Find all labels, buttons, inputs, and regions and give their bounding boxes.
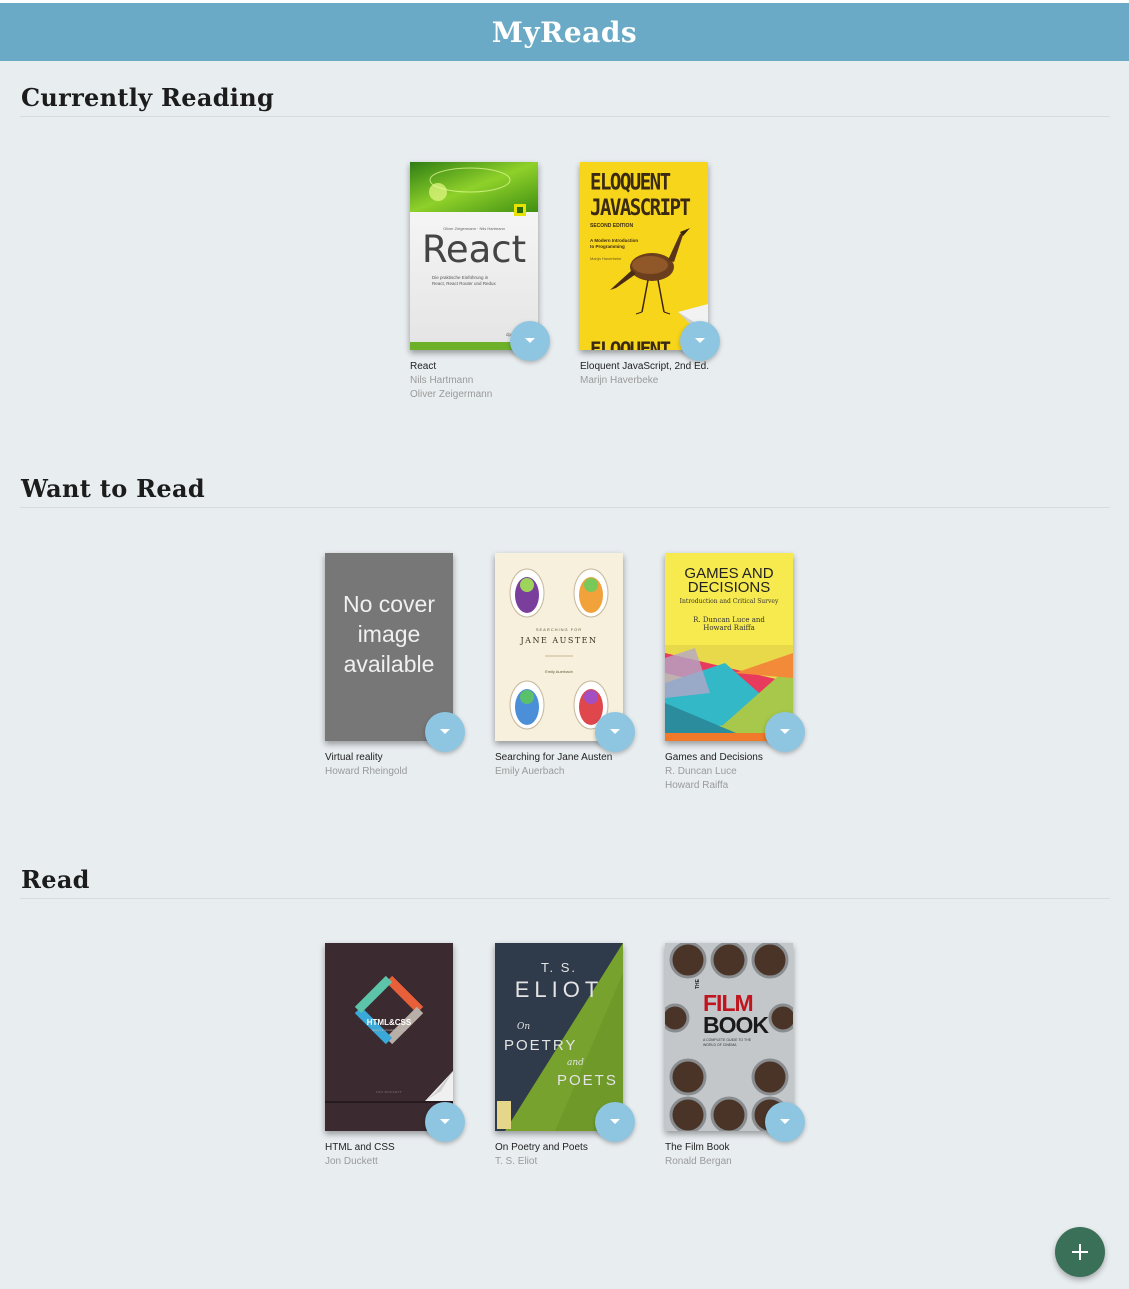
cover-placeholder-line: image [357, 621, 421, 647]
book-cover[interactable]: No cover image available [325, 553, 453, 741]
book-cover[interactable]: GAMES AND DECISIONS Introduction and Cri… [665, 553, 793, 741]
cover-subtitle-line: WORLD OF CINEMA [703, 1042, 737, 1047]
book-author: Howard Raiffa [665, 780, 729, 791]
triangle-down-icon [695, 338, 705, 343]
triangle-down-icon [610, 1119, 620, 1124]
shelf-title: Currently Reading [21, 83, 275, 112]
book-author: T. S. Eliot [495, 1156, 538, 1167]
cover-title-big: React [421, 228, 527, 271]
book-title: Searching for Jane Austen [495, 752, 613, 763]
cover-portraits [509, 568, 609, 730]
book-title: HTML and CSS [325, 1142, 395, 1153]
shelf-divider [20, 116, 1110, 117]
cover-book: BOOK [703, 1012, 769, 1038]
triangle-down-icon [440, 1119, 450, 1124]
cover-small-text: SEARCHING FOR [535, 627, 583, 632]
shelf-changer-button[interactable] [510, 321, 550, 361]
cover-and: and [567, 1058, 584, 1068]
shelf-changer-button[interactable] [425, 1102, 465, 1142]
cover-author: JON DUCKETT [375, 1090, 403, 1094]
book-author: Nils Hartmann [410, 375, 474, 386]
cover-placeholder-text: No cover image available [325, 589, 453, 679]
add-book-button[interactable] [1055, 1227, 1105, 1277]
cover-subtitle: design and build websites [371, 1028, 407, 1032]
book-cover[interactable]: SEARCHING FOR JANE AUSTEN Emily Auerbach [495, 553, 623, 741]
triangle-down-icon [440, 729, 450, 734]
triangle-down-icon [525, 338, 535, 343]
cover-ts: T. S. [540, 960, 577, 975]
cover-name: JANE AUSTEN [520, 636, 598, 645]
cover-poets: POETS [557, 1072, 618, 1089]
book-cover[interactable]: Oliver Zeigermann · Nils Hartmann React … [410, 162, 538, 350]
cover-subtitle: Introduction and Critical Survey [679, 598, 779, 605]
cover-author-line: Howard Raiffa [703, 624, 755, 632]
shelf-title: Want to Read [21, 474, 205, 503]
cover-bottom-text: ELOQUENT [590, 338, 671, 350]
cover-subtitle-line: React, React Router und Redux [432, 281, 496, 286]
book-author: Jon Duckett [325, 1156, 378, 1167]
book-title: React [410, 361, 437, 372]
shelf-changer-button[interactable] [595, 712, 635, 752]
cover-logo-text: HTML&CSS [366, 1018, 412, 1027]
app-title: MyReads [491, 15, 638, 49]
cover-diamond-logo [325, 975, 453, 1103]
triangle-down-icon [610, 729, 620, 734]
cover-heading-line: DECISIONS [687, 579, 771, 596]
cover-placeholder-line: No cover [342, 591, 436, 617]
book-title: Games and Decisions [665, 752, 763, 763]
book-cover[interactable]: HTML&CSS design and build websites JON D… [325, 943, 453, 1131]
book-title: The Film Book [665, 1142, 730, 1153]
cover-on: On [517, 1022, 531, 1032]
cover-subtitle: Die praktische Einführung in React, Reac… [432, 275, 496, 287]
book-title: On Poetry and Poets [495, 1142, 588, 1153]
shelf-changer-button[interactable] [425, 712, 465, 752]
book-title: Virtual reality [325, 752, 383, 763]
triangle-down-icon [780, 729, 790, 734]
book-author: Marijn Haverbeke [580, 375, 659, 386]
cover-authors: R. Duncan Luce and Howard Raiffa [665, 616, 793, 632]
cover-poetry: POETRY [504, 1037, 578, 1054]
plus-icon [1072, 1244, 1088, 1260]
cover-author-line: R. Duncan Luce and [693, 616, 765, 624]
book-author: Howard Rheingold [325, 766, 408, 777]
book-author: Ronald Bergan [665, 1156, 732, 1167]
book-cover[interactable]: T. S. ELIOT On POETRY and POETS [495, 943, 623, 1131]
cover-heading: GAMES AND DECISIONS [665, 566, 793, 596]
shelf-changer-button[interactable] [765, 1102, 805, 1142]
cover-author: Emily Auerbach [545, 669, 573, 674]
book-cover[interactable]: THE FILM BOOK A COMPLETE GUIDE TO THE WO… [665, 943, 793, 1131]
book-author: Oliver Zeigermann [410, 389, 493, 400]
app-header: MyReads [0, 3, 1129, 61]
book-cover[interactable]: ELOQUENT JAVASCRIPT SECOND EDITION A Mod… [580, 162, 708, 350]
shelf-changer-button[interactable] [765, 712, 805, 752]
shelf-divider [20, 507, 1110, 508]
cover-eliot: ELIOT [514, 977, 604, 1002]
triangle-down-icon [780, 1119, 790, 1124]
shelf-changer-button[interactable] [680, 321, 720, 361]
book-author: R. Duncan Luce [665, 766, 737, 777]
cover-bird-illustration [610, 228, 708, 332]
shelf-title: Read [21, 865, 90, 894]
shelf-divider [20, 898, 1110, 899]
cover-placeholder-line: available [343, 651, 435, 677]
shelf-changer-button[interactable] [595, 1102, 635, 1142]
cover-the: THE [695, 979, 701, 989]
cover-subtitle-line: A COMPLETE GUIDE TO THE [703, 1038, 752, 1042]
cover-subtitle: A COMPLETE GUIDE TO THE WORLD OF CINEMA [703, 1038, 751, 1047]
book-author: Emily Auerbach [495, 766, 565, 777]
cover-film: FILM [703, 990, 754, 1016]
book-title: Eloquent JavaScript, 2nd Ed. [580, 361, 709, 372]
